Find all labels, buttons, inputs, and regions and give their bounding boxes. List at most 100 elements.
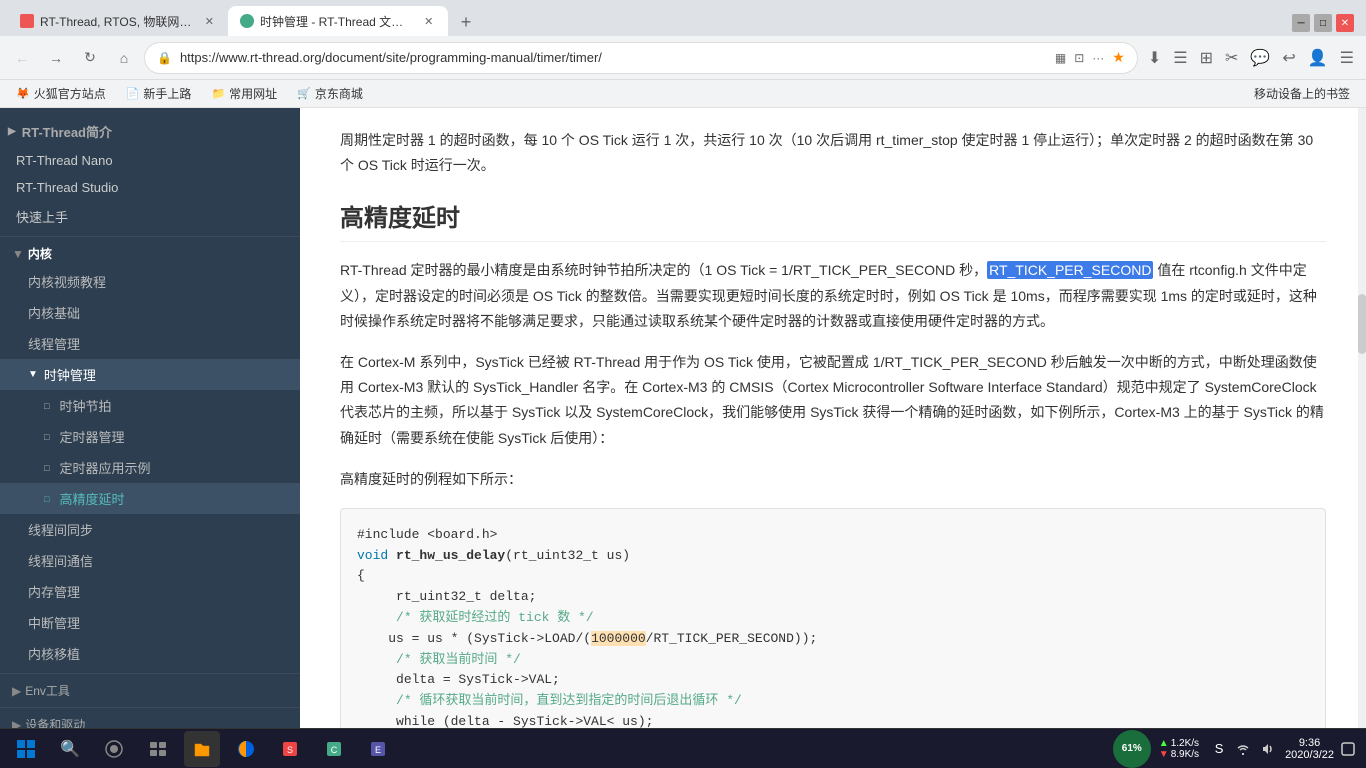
sidebar-item-memory-mgmt[interactable]: 内存管理 — [0, 576, 300, 607]
sidebar-item-interrupt-mgmt[interactable]: 中断管理 — [0, 607, 300, 638]
taskbar-time-block[interactable]: 9:36 2020/3/22 — [1285, 737, 1334, 761]
taskbar-cortana[interactable] — [96, 731, 132, 767]
back-button[interactable]: ← — [8, 44, 36, 72]
taskbar-app3[interactable]: S — [272, 731, 308, 767]
qr-icon[interactable]: ▦ — [1055, 51, 1066, 65]
tab-2-favicon — [240, 14, 254, 28]
net-percent: 61% — [1122, 744, 1142, 754]
code-line-10: while (delta - SysTick->VAL< us); — [357, 712, 1309, 728]
tab-1-close[interactable]: ✕ — [203, 13, 216, 29]
svg-text:E: E — [375, 745, 381, 755]
tab-1-favicon — [20, 14, 34, 28]
bookmark-newbie[interactable]: 📄 新手上路 — [118, 83, 200, 104]
bookmark-firefox[interactable]: 🦊 火狐官方站点 — [8, 83, 114, 104]
taskbar-task-view[interactable] — [140, 731, 176, 767]
sidebar-section-env[interactable]: ▶ Env工具 — [0, 673, 300, 703]
more-icon[interactable]: ··· — [1092, 51, 1104, 65]
tab-2[interactable]: 时钟管理 - RT-Thread 文档中... ✕ — [228, 6, 448, 36]
page-area: ▶ RT-Thread简介 RT-Thread Nano RT-Thread S… — [0, 108, 1366, 728]
code-line-2: void rt_hw_us_delay(rt_uint32_t us) — [357, 546, 1309, 567]
url-box: 🔒 https://www.rt-thread.org/document/sit… — [144, 42, 1138, 74]
sidebar-section-kernel[interactable]: ▼ 内核 — [0, 236, 300, 266]
refresh-button[interactable]: ↻ — [76, 44, 104, 72]
net-speed-up: 1.2K/s — [1171, 738, 1199, 749]
sidebar-item-thread-sync[interactable]: 线程间同步 — [0, 514, 300, 545]
menu-icon[interactable]: ☰ — [1336, 44, 1358, 72]
sidebar-item-video[interactable]: 内核视频教程 — [0, 266, 300, 297]
forward-button[interactable]: → — [42, 44, 70, 72]
screenshot2-icon[interactable]: ✂ — [1221, 44, 1242, 72]
tray-network[interactable] — [1233, 739, 1253, 759]
sidebar-tick-square: □ — [44, 401, 49, 411]
main-content: 周期性定时器 1 的超时函数，每 10 个 OS Tick 运行 1 次，共运行… — [300, 108, 1366, 728]
maximize-button[interactable]: □ — [1314, 14, 1332, 32]
svg-text:C: C — [331, 745, 338, 755]
bookmark-common[interactable]: 📁 常用网址 — [203, 83, 285, 104]
sidebar-precision-square: □ — [44, 494, 49, 504]
tab-1-title: RT-Thread, RTOS, 物联网操作系... — [40, 13, 193, 30]
star-icon[interactable]: ★ — [1112, 49, 1125, 66]
address-bar: ← → ↻ ⌂ 🔒 https://www.rt-thread.org/docu… — [0, 36, 1366, 80]
sidebar-item-basics[interactable]: 内核基础 — [0, 297, 300, 328]
taskbar-time: 9:36 — [1285, 737, 1334, 749]
bookmark-mobile-label: 移动设备上的书签 — [1254, 85, 1350, 102]
minimize-button[interactable]: ─ — [1292, 14, 1310, 32]
tab-2-title: 时钟管理 - RT-Thread 文档中... — [260, 13, 411, 30]
sync-icon[interactable]: 💬 — [1246, 44, 1274, 72]
sidebar-item-thread-mgmt[interactable]: 线程管理 — [0, 328, 300, 359]
taskbar-app4[interactable]: C — [316, 731, 352, 767]
sidebar-item-high-precision[interactable]: □ 高精度延时 — [0, 483, 300, 514]
code-line-4: rt_uint32_t delta; — [357, 587, 1309, 608]
para1: RT-Thread 定时器的最小精度是由系统时钟节拍所决定的（1 OS Tick… — [340, 258, 1326, 334]
para2: 在 Cortex-M 系列中，SysTick 已经被 RT-Thread 用于作… — [340, 350, 1326, 451]
bookmark-jd[interactable]: 🛒 京东商城 — [289, 83, 371, 104]
screenshot-icon[interactable]: ⊡ — [1074, 51, 1084, 65]
tab-1[interactable]: RT-Thread, RTOS, 物联网操作系... ✕ — [8, 6, 228, 36]
taskbar-app5[interactable]: E — [360, 731, 396, 767]
sidebar-item-nano[interactable]: RT-Thread Nano — [0, 147, 300, 174]
sidebar-section-device[interactable]: ▶ 设备和驱动 — [0, 707, 300, 728]
sidebar-item-quickstart[interactable]: 快速上手 — [0, 201, 300, 232]
bookmark-mobile[interactable]: 移动设备上的书签 — [1246, 83, 1358, 104]
sidebar-kernel-triangle: ▼ — [12, 247, 24, 261]
bookmark-jd-icon: 🛒 — [297, 87, 311, 100]
close-button[interactable]: ✕ — [1336, 14, 1354, 32]
bookmark-common-label: 常用网址 — [229, 85, 277, 102]
add-tab-button[interactable]: + — [452, 8, 480, 36]
sidebar-item-timer-mgmt[interactable]: □ 定时器管理 — [0, 421, 300, 452]
back2-icon[interactable]: ↩ — [1278, 44, 1299, 72]
sidebar-device-triangle: ▶ — [12, 718, 21, 729]
scroll-indicator[interactable] — [1358, 108, 1366, 728]
tab-bar: RT-Thread, RTOS, 物联网操作系... ✕ 时钟管理 - RT-T… — [0, 0, 1366, 36]
intro-paragraph: 周期性定时器 1 的超时函数，每 10 个 OS Tick 运行 1 次，共运行… — [340, 128, 1326, 178]
sidebar-item-clock-mgmt[interactable]: ▼ 时钟管理 — [0, 359, 300, 390]
taskbar-tray: 61% ▲ 1.2K/s ▼ 8.9K/s S 9:36 — [1113, 730, 1358, 768]
sidebar-item-timer-example[interactable]: □ 定时器应用示例 — [0, 452, 300, 483]
sidebar-item-kernel-port[interactable]: 内核移植 — [0, 638, 300, 669]
url-text[interactable]: https://www.rt-thread.org/document/site/… — [180, 50, 1047, 65]
sidebar-item-thread-comm[interactable]: 线程间通信 — [0, 545, 300, 576]
user-icon[interactable]: 👤 — [1304, 44, 1332, 72]
code-line-3: { — [357, 566, 1309, 587]
home-button[interactable]: ⌂ — [110, 44, 138, 72]
code-line-7: /* 获取当前时间 */ — [357, 650, 1309, 671]
sidebar-item-intro[interactable]: ▶ RT-Thread简介 — [0, 116, 300, 147]
sidebar-item-tick[interactable]: □ 时钟节拍 — [0, 390, 300, 421]
search-button[interactable]: 🔍 — [52, 731, 88, 767]
tab-grid-icon[interactable]: ⊞ — [1196, 44, 1217, 72]
taskbar-firefox[interactable] — [228, 731, 264, 767]
download-icon[interactable]: ⬇ — [1144, 44, 1165, 72]
sidebar: ▶ RT-Thread简介 RT-Thread Nano RT-Thread S… — [0, 108, 300, 728]
tray-notification[interactable] — [1338, 739, 1358, 759]
tab-2-close[interactable]: ✕ — [421, 13, 436, 29]
tray-ime[interactable]: S — [1209, 739, 1229, 759]
bookmark-common-icon: 📁 — [211, 87, 225, 100]
tray-volume[interactable] — [1257, 739, 1277, 759]
sidebar-clock-triangle: ▼ — [28, 369, 38, 380]
taskbar-explorer[interactable] — [184, 731, 220, 767]
network-widget[interactable]: 61% — [1113, 730, 1151, 768]
history-icon[interactable]: ☰ — [1169, 44, 1191, 72]
bookmark-jd-label: 京东商城 — [315, 85, 363, 102]
sidebar-item-studio[interactable]: RT-Thread Studio — [0, 174, 300, 201]
start-button[interactable] — [8, 731, 44, 767]
